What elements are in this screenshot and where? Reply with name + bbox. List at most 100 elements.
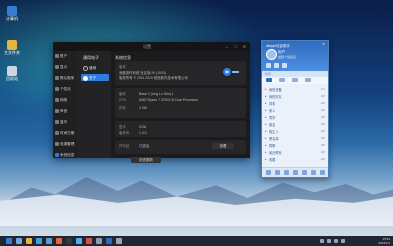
panel-header: deepin社区助手 ✕ 用户 编辑个性签名 bbox=[262, 41, 328, 71]
browser-icon[interactable] bbox=[36, 238, 42, 244]
info-row-memory: 内存 4 GB bbox=[119, 106, 147, 110]
music-icon[interactable] bbox=[56, 238, 62, 244]
chat-icon[interactable] bbox=[106, 238, 112, 244]
bluetooth-icon bbox=[55, 120, 59, 124]
submenu-option-general[interactable]: 通用 bbox=[81, 64, 109, 71]
settings-icon[interactable] bbox=[96, 238, 102, 244]
desktop-icon-label: 回收站 bbox=[6, 76, 18, 81]
contact-group[interactable]: ▸ 家人 0/0 bbox=[262, 106, 328, 113]
contact-group[interactable]: ▸ 同学 0/0 bbox=[262, 113, 328, 120]
signature[interactable]: 编辑个性签名 bbox=[278, 55, 296, 59]
sidebar-item-account[interactable]: 账户 bbox=[53, 51, 77, 62]
desktop-icon-label: 主文件夹 bbox=[4, 50, 20, 55]
chevron-right-icon: ▸ bbox=[265, 86, 267, 91]
close-icon[interactable]: ✕ bbox=[322, 42, 325, 46]
panel-title: deepin社区助手 bbox=[266, 44, 290, 48]
settings-submenu: 通用电子 通用 关于 bbox=[77, 51, 111, 158]
contact-group[interactable]: ▸ 我的好友 0/0 bbox=[262, 92, 328, 99]
sidebar-item-bluetooth[interactable]: 蓝牙 bbox=[53, 117, 77, 128]
contact-group[interactable]: ▸ 最近联系 0/0 bbox=[262, 148, 328, 155]
launcher-icon[interactable] bbox=[6, 238, 12, 244]
sidebar-item-network[interactable]: 网络 bbox=[53, 95, 77, 106]
desktop-icon-home[interactable]: 主文件夹 bbox=[4, 40, 20, 55]
sidebar-item-system-info[interactable]: 系统信息 bbox=[53, 150, 77, 161]
chat-side-panel: deepin社区助手 ✕ 用户 编辑个性签名 搜索 ▸ 我的设备 1/1 ▸ 我的好友… bbox=[261, 40, 329, 178]
search-placeholder: 搜索 bbox=[265, 72, 272, 76]
sidebar-item-sound[interactable]: 声音 bbox=[53, 106, 77, 117]
menu-icon[interactable] bbox=[266, 170, 271, 175]
window-title: 设置 bbox=[143, 44, 151, 49]
folder-icon bbox=[7, 40, 17, 50]
weather-icon[interactable] bbox=[282, 63, 287, 68]
contact-group[interactable]: ▸ 群聊 0/0 bbox=[262, 141, 328, 148]
chevron-right-icon: ▸ bbox=[265, 121, 267, 126]
apps-tab-icon[interactable] bbox=[305, 78, 311, 82]
window-titlebar[interactable]: 设置 – □ ✕ bbox=[53, 42, 250, 51]
about-card: 版本 深度操作系统 社区版 20 (1003) 版权所有 © 2011-2020… bbox=[115, 61, 246, 85]
chevron-right-icon: ▸ bbox=[265, 114, 267, 119]
desktop-icon-computer[interactable]: 计算机 bbox=[4, 6, 20, 21]
chevron-right-icon: ▸ bbox=[265, 100, 267, 105]
add-contact-icon[interactable] bbox=[275, 170, 280, 175]
clock[interactable]: 15:53 2024/1/1 bbox=[378, 237, 390, 245]
settings-icon[interactable] bbox=[320, 170, 325, 175]
contact-group[interactable]: ▸ 黑名单 0/0 bbox=[262, 134, 328, 141]
license-card: 许可证 已激活 查看 bbox=[115, 140, 246, 154]
file-icon[interactable] bbox=[293, 170, 298, 175]
submenu-option-about[interactable]: 关于 bbox=[81, 74, 109, 81]
power-icon bbox=[55, 142, 59, 146]
contacts-tab-icon[interactable] bbox=[266, 78, 272, 82]
trash-icon[interactable] bbox=[116, 238, 122, 244]
video-icon[interactable] bbox=[86, 238, 92, 244]
info-row-gpu: 显卡 VGA bbox=[119, 125, 147, 129]
app-box-icon[interactable] bbox=[284, 170, 289, 175]
contact-group[interactable]: ▸ 朋友 0/0 bbox=[262, 120, 328, 127]
network-tray-icon[interactable] bbox=[320, 239, 324, 243]
sidebar-item-datetime[interactable]: 时间日期 bbox=[53, 128, 77, 139]
message-icon[interactable] bbox=[302, 170, 307, 175]
group-tab-icon[interactable] bbox=[279, 78, 285, 82]
avatar[interactable] bbox=[266, 49, 277, 60]
close-icon[interactable]: ✕ bbox=[243, 44, 246, 49]
clock-date: 2024/1/1 bbox=[378, 241, 390, 245]
chevron-right-icon: ▸ bbox=[265, 93, 267, 98]
keyboard-tray-icon[interactable] bbox=[334, 239, 338, 243]
account-icon bbox=[55, 54, 59, 58]
store-icon[interactable] bbox=[76, 238, 82, 244]
file-manager-icon[interactable] bbox=[26, 238, 32, 244]
notification-tray-icon[interactable] bbox=[341, 239, 345, 243]
hardware-card: 版本 Base 1 (Ling Lu Shu) 1 CPU AMD Ryzen 7 … bbox=[115, 88, 246, 118]
sidebar-item-personalization[interactable]: 个性化 bbox=[53, 84, 77, 95]
contact-group[interactable]: ▸ 陌生人 0/0 bbox=[262, 127, 328, 134]
deepin-logo-icon bbox=[223, 68, 239, 76]
volume-tray-icon[interactable] bbox=[327, 239, 331, 243]
favorites-icon[interactable] bbox=[311, 170, 316, 175]
sidebar-item-display[interactable]: 显示 bbox=[53, 62, 77, 73]
desktop-icon-trash[interactable]: 回收站 bbox=[4, 66, 20, 81]
license-view-button[interactable]: 查看 bbox=[212, 143, 234, 149]
minimize-icon[interactable]: – bbox=[226, 44, 228, 49]
mail-icon[interactable] bbox=[266, 63, 271, 68]
terminal-icon[interactable] bbox=[66, 238, 72, 244]
display-card: 显卡 VGA 版本号 1.0.0 bbox=[115, 121, 246, 137]
datetime-icon bbox=[55, 131, 59, 135]
chevron-right-icon: ▸ bbox=[265, 149, 267, 154]
check-update-button[interactable]: 检查更新 bbox=[131, 157, 161, 163]
contact-group[interactable]: ▸ 收藏 0/0 bbox=[262, 155, 328, 162]
sidebar-item-default-apps[interactable]: 默认程序 bbox=[53, 73, 77, 84]
desktop-icon-label: 计算机 bbox=[6, 16, 18, 21]
multitask-icon[interactable] bbox=[16, 238, 22, 244]
sidebar-item-power[interactable]: 电源管理 bbox=[53, 139, 77, 150]
contact-group[interactable]: ▸ 同事 0/0 bbox=[262, 99, 328, 106]
mail-icon[interactable] bbox=[46, 238, 52, 244]
display-icon bbox=[55, 65, 59, 69]
taskbar: 15:53 2024/1/1 bbox=[0, 236, 393, 246]
submenu-title: 通用电子 bbox=[83, 55, 99, 60]
contact-group[interactable]: ▸ 我的设备 1/1 bbox=[262, 85, 328, 92]
recent-tab-icon[interactable] bbox=[292, 78, 298, 82]
app-icon[interactable] bbox=[274, 63, 279, 68]
default-apps-icon bbox=[55, 76, 59, 80]
info-row-license: 许可证 已激活 bbox=[119, 144, 150, 148]
info-row-cpu: CPU AMD Ryzen 7 3700X 8-Core Processor bbox=[119, 98, 199, 102]
maximize-icon[interactable]: □ bbox=[235, 44, 237, 49]
